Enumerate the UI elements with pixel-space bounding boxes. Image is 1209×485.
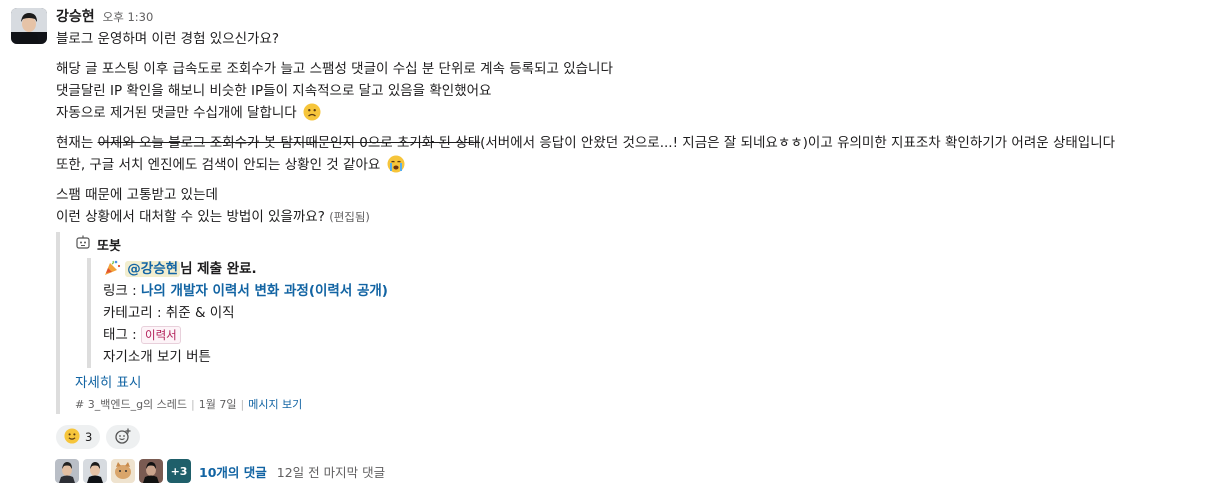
- avatar: [83, 459, 107, 483]
- view-message-link[interactable]: 메시지 보기: [248, 398, 302, 411]
- add-emoji-icon: [114, 427, 132, 448]
- message-line: 이런 상황에서 대처할 수 있는 방법이 있을까요? (편집됨): [56, 206, 1209, 228]
- message-text: 이런 상황에서 대처할 수 있는 방법이 있을까요?: [56, 209, 325, 225]
- add-reaction-button[interactable]: [106, 425, 141, 449]
- attachment-footer: # 3_백엔드_g의 스레드 | 1월 7일 | 메시지 보기: [75, 398, 303, 411]
- slightly-smiling-face-icon: [64, 427, 80, 447]
- reaction-count: 3: [85, 430, 93, 444]
- timestamp[interactable]: 오후 1:30: [103, 9, 154, 25]
- reaction-bar: 3: [56, 425, 141, 449]
- intro-button-text: 자기소개 보기 버튼: [103, 349, 211, 365]
- message-text: 현재는: [56, 135, 98, 151]
- footer-channel[interactable]: # 3_백엔드_g의 스레드: [75, 398, 187, 411]
- tag-badge[interactable]: 이력서: [140, 326, 181, 344]
- avatar: [139, 459, 163, 483]
- party-popper-icon: [103, 260, 121, 277]
- message-line: 댓글달린 IP 확인을 해보니 비슷한 IP들이 지속적으로 달고 있음을 확인…: [56, 83, 492, 99]
- submit-line: @강승현 님 제출 완료.: [103, 258, 396, 280]
- loudly-crying-face-icon: [387, 155, 405, 173]
- message-line: 블로그 운영하며 이런 경험 있으신가요?: [56, 31, 280, 47]
- last-reply-time: 12일 전 마지막 댓글: [276, 464, 386, 480]
- message-line: 현재는 어제와 오늘 블로그 조회수가 봇 탐지때문인지 0으로 초기화 된 상…: [56, 132, 1209, 154]
- strikethrough-text: 어제와 오늘 블로그 조회수가 봇 탐지때문인지 0으로 초기화 된 상태: [97, 135, 481, 151]
- link-line: 링크 : 나의 개발자 이력서 변화 과정(이력서 공개): [103, 280, 396, 302]
- sender-name[interactable]: 강승현: [56, 6, 95, 26]
- bot-attachment: 또봇 @강승현 님 제출 완료. 링크 : 나의 개발자 이력서 변화 과정(이력…: [56, 232, 396, 414]
- message-text: 또한, 구글 서치 엔진에도 검색이 안되는 상황인 것 같아요: [56, 157, 381, 173]
- show-more-link[interactable]: 자세히 표시: [75, 372, 396, 394]
- message-text: 자동으로 제거된 댓글만 수십개에 달합니다: [56, 105, 297, 121]
- user-mention[interactable]: @강승현: [125, 261, 181, 277]
- footer-date: 1월 7일: [198, 398, 237, 411]
- tag-label: 태그 :: [103, 327, 141, 343]
- category-line: 카테고리 : 취준 & 이직: [103, 305, 235, 321]
- avatar[interactable]: [11, 8, 47, 44]
- message-line: 해당 글 포스팅 이후 급속도로 조회수가 늘고 스팸성 댓글이 수십 분 단위…: [56, 61, 613, 77]
- bot-name[interactable]: 또봇: [97, 235, 121, 254]
- message-line: 또한, 구글 서치 엔진에도 검색이 안되는 상황인 것 같아요: [56, 154, 1209, 176]
- reply-count-link[interactable]: 10개의 댓글: [199, 462, 267, 481]
- message: 강승현 오후 1:30 블로그 운영하며 이런 경험 있으신가요? 해당 글 포…: [0, 0, 1209, 485]
- submit-text: 님 제출 완료.: [180, 261, 257, 277]
- avatar: [55, 459, 79, 483]
- edited-label: (편집됨): [329, 210, 370, 224]
- reaction-pill[interactable]: 3: [56, 425, 101, 449]
- more-participants-badge: +3: [167, 459, 191, 483]
- message-text: (서버에서 응답이 안왔던 것으로...! 지금은 잘 되네요ㅎㅎ)이고 유의미…: [480, 135, 1116, 151]
- slightly-frowning-face-icon: [303, 103, 321, 121]
- tag-line: 태그 : 이력서: [103, 324, 396, 346]
- robot-icon: [75, 234, 91, 254]
- thread-summary[interactable]: +3 10개의 댓글 12일 전 마지막 댓글: [55, 459, 385, 483]
- resume-link[interactable]: 나의 개발자 이력서 변화 과정(이력서 공개): [141, 283, 388, 299]
- link-label: 링크 :: [103, 283, 141, 299]
- avatar: [111, 459, 135, 483]
- message-line: 스팸 때문에 고통받고 있는데: [56, 187, 218, 203]
- message-line: 자동으로 제거된 댓글만 수십개에 달합니다: [56, 102, 1209, 124]
